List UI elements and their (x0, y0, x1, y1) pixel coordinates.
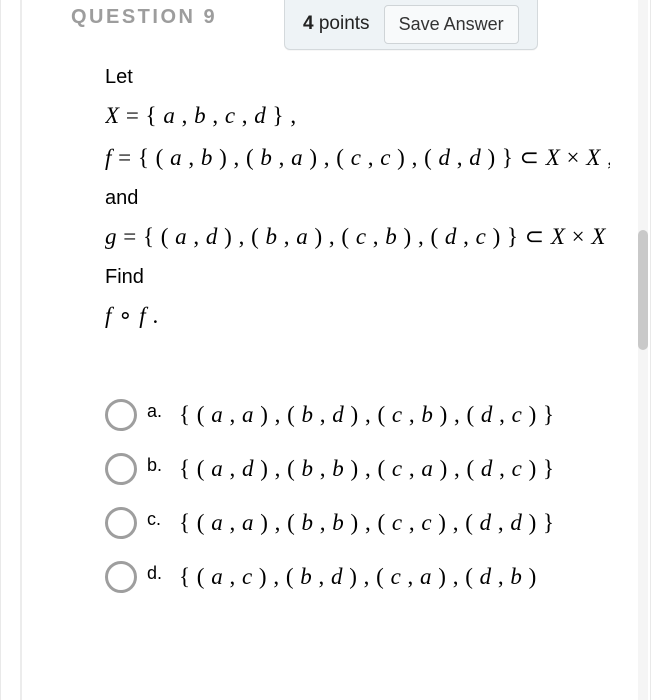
points-value: 4 (303, 13, 314, 34)
option-math: { ( a , d ) , ( b , b ) , ( c , a ) , ( … (179, 456, 555, 482)
g-definition: g = { ( a , d ) , ( b , a ) , ( c , b ) … (105, 224, 610, 250)
option-a[interactable]: a. { ( a , a ) , ( b , d ) , ( c , b ) ,… (105, 399, 610, 431)
question-viewport: QUESTION 9 4 points Save Answer Let X = … (0, 0, 651, 700)
option-d[interactable]: d. { ( a , c ) , ( b , d ) , ( c , a ) ,… (105, 561, 610, 593)
radio-a[interactable] (105, 399, 137, 431)
scrollbar-track[interactable] (638, 0, 648, 700)
let-label: Let (105, 66, 610, 89)
find-label: Find (105, 266, 610, 289)
x-definition: X = { a , b , c , d } , (105, 103, 610, 129)
and-label: and (105, 187, 610, 210)
radio-d[interactable] (105, 561, 137, 593)
option-math: { ( a , c ) , ( b , d ) , ( c , a ) , ( … (179, 564, 537, 590)
answer-options: a. { ( a , a ) , ( b , d ) , ( c , b ) ,… (105, 399, 610, 593)
question-number-label: QUESTION 9 (71, 6, 217, 29)
save-answer-button[interactable]: Save Answer (384, 5, 519, 44)
question-prompt: Let X = { a , b , c , d } , f = { ( a , … (105, 66, 610, 329)
scrollbar-thumb[interactable] (638, 230, 648, 350)
option-letter: d. (147, 563, 167, 584)
option-letter: b. (147, 455, 167, 476)
points-save-panel: 4 points Save Answer (284, 0, 538, 50)
option-math: { ( a , a ) , ( b , b ) , ( c , c ) , ( … (179, 510, 555, 536)
radio-b[interactable] (105, 453, 137, 485)
f-definition: f = { ( a , b ) , ( b , a ) , ( c , c ) … (105, 145, 610, 171)
question-body: Let X = { a , b , c , d } , f = { ( a , … (105, 60, 610, 670)
option-c[interactable]: c. { ( a , a ) , ( b , b ) , ( c , c ) ,… (105, 507, 610, 539)
points-text: 4 points (303, 13, 370, 35)
left-divider (20, 0, 22, 700)
option-b[interactable]: b. { ( a , d ) , ( b , b ) , ( c , a ) ,… (105, 453, 610, 485)
option-letter: a. (147, 401, 167, 422)
option-math: { ( a , a ) , ( b , d ) , ( c , b ) , ( … (179, 402, 555, 428)
option-letter: c. (147, 509, 167, 530)
points-word: points (319, 13, 370, 34)
radio-c[interactable] (105, 507, 137, 539)
fof-expression: f ∘ f . (105, 303, 610, 329)
question-header: QUESTION 9 4 points Save Answer (1, 0, 638, 50)
